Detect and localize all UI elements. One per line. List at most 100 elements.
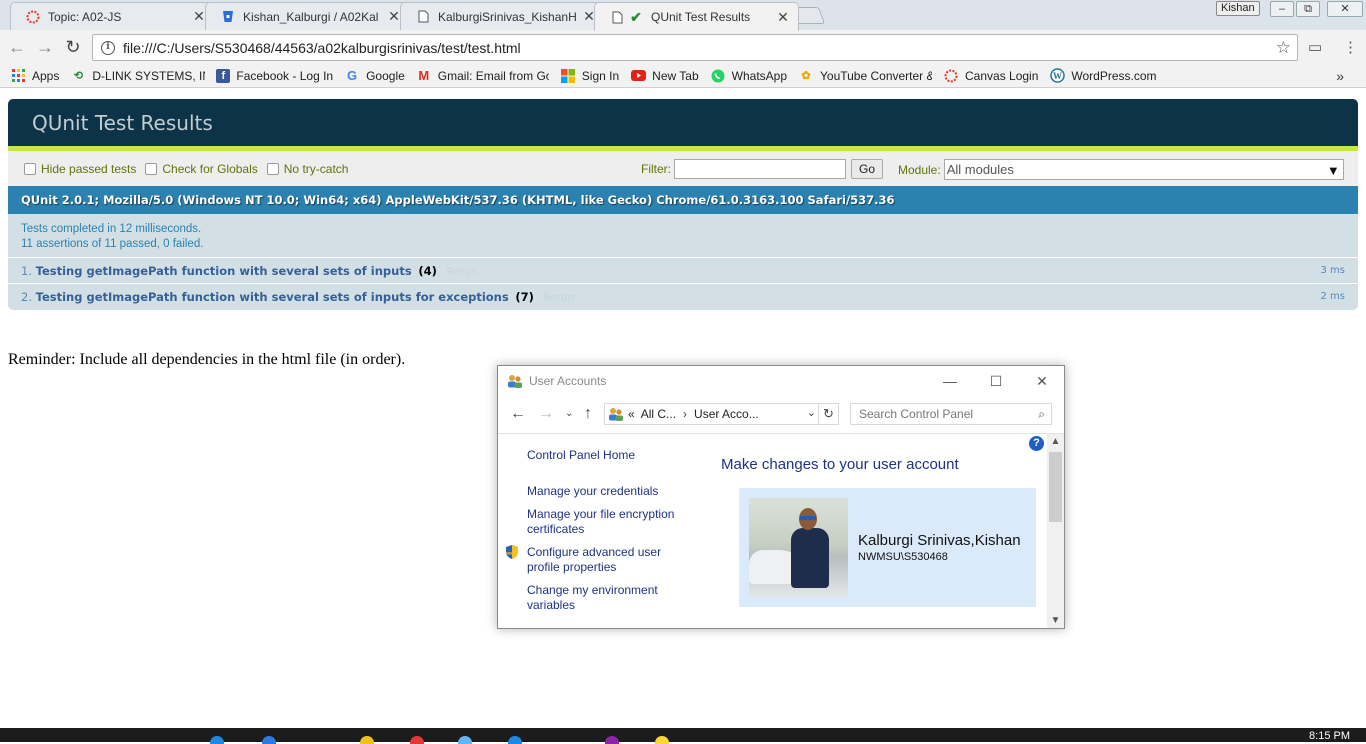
taskbar-app-icon[interactable] — [210, 736, 224, 744]
minimize-icon[interactable]: — — [927, 366, 973, 396]
bookmark-label: Canvas Login — [965, 68, 1039, 83]
bookmark-star-icon[interactable]: ☆ — [1276, 38, 1291, 58]
back-icon[interactable]: ← — [6, 36, 28, 58]
refresh-icon[interactable]: ↻ — [818, 404, 838, 424]
module-select[interactable]: All modules ▼ — [943, 159, 1344, 180]
test-name[interactable]: Testing getImagePath function with sever… — [36, 264, 412, 278]
test-name[interactable]: Testing getImagePath function with sever… — [36, 290, 509, 304]
forward-icon[interactable]: → — [34, 36, 56, 58]
window-titlebar[interactable]: User Accounts — ☐ ✕ — [498, 366, 1064, 396]
hide-passed-option[interactable]: Hide passed tests — [24, 162, 136, 176]
scroll-up-icon[interactable]: ▲ — [1047, 436, 1064, 447]
restore-window-button[interactable]: ⧉ — [1296, 1, 1320, 17]
vertical-scrollbar[interactable]: ▲ ▼ — [1047, 434, 1064, 628]
scrollbar-thumb[interactable] — [1049, 452, 1062, 522]
test-row[interactable]: 1. Testing getImagePath function with se… — [8, 258, 1358, 284]
check-globals-checkbox[interactable] — [145, 162, 158, 175]
rerun-link[interactable]: Rerun — [447, 266, 478, 278]
test-duration: 3 ms — [1320, 265, 1346, 276]
advanced-profile-link[interactable]: Configure advanced user profile properti… — [527, 545, 697, 575]
dropdown-arrow-icon: ▼ — [1326, 163, 1340, 178]
tab-topic-a02-js[interactable]: Topic: A02-JS ✕ — [10, 2, 215, 30]
bookmark-canvas[interactable]: Canvas Login — [943, 68, 1038, 84]
gmail-icon: M — [418, 68, 430, 83]
bookmark-newtab[interactable]: New Tab — [630, 68, 699, 84]
taskbar-app-icon[interactable] — [655, 736, 669, 744]
test-row[interactable]: 2. Testing getImagePath function with se… — [8, 284, 1358, 310]
search-control-panel-input[interactable]: Search Control Panel ⌕ — [850, 403, 1052, 425]
search-icon[interactable]: ⌕ — [1038, 404, 1045, 424]
bookmark-signin[interactable]: Sign In — [560, 68, 619, 84]
bookmark-label: Sign In — [581, 68, 620, 83]
tab-kalburgi-file[interactable]: KalburgiSrinivas_KishanH ✕ — [400, 2, 605, 30]
close-tab-icon[interactable]: ✕ — [192, 8, 206, 25]
tab-qunit-results[interactable]: ✔ QUnit Test Results ✕ — [594, 2, 799, 31]
close-tab-icon[interactable]: ✕ — [387, 8, 401, 25]
bookmark-label: WhatsApp — [731, 68, 787, 83]
taskbar-app-icon[interactable] — [605, 736, 619, 744]
chevron-right-icon[interactable]: » — [1336, 68, 1344, 84]
taskbar-clock[interactable]: 8:15 PM — [1309, 730, 1350, 742]
taskbar-app-icon[interactable] — [458, 736, 472, 744]
go-button[interactable]: Go — [851, 159, 884, 179]
bookmark-apps[interactable]: Apps — [10, 68, 59, 84]
forward-arrow-icon[interactable]: → — [538, 405, 554, 423]
bookmark-google[interactable]: G Google — [344, 68, 405, 84]
scroll-down-icon[interactable]: ▼ — [1047, 615, 1064, 626]
reload-icon[interactable]: ↻ — [62, 36, 84, 58]
taskbar-app-icon[interactable] — [262, 736, 276, 744]
close-icon[interactable]: ✕ — [1019, 366, 1065, 396]
file-encryption-link[interactable]: Manage your file encryption certificates — [527, 507, 697, 537]
user-avatar[interactable] — [749, 498, 848, 597]
explorer-address-bar[interactable]: « All C... › User Acco... ⌄ ↻ — [604, 403, 839, 425]
bookmark-label: Apps — [32, 68, 60, 83]
manage-credentials-link[interactable]: Manage your credentials — [527, 484, 697, 499]
check-globals-option[interactable]: Check for Globals — [145, 161, 258, 176]
breadcrumb-all-control-panel[interactable]: All C... — [641, 407, 676, 421]
recent-locations-icon[interactable]: ⌄ — [565, 408, 573, 419]
breadcrumb-overflow[interactable]: « — [628, 407, 635, 421]
tab-bitbucket[interactable]: Kishan_Kalburgi / A02Kal ✕ — [205, 2, 410, 30]
profile-button[interactable]: Kishan — [1216, 1, 1260, 16]
address-bar[interactable]: i file:///C:/Users/S530468/44563/a02kalb… — [92, 34, 1298, 61]
environment-variables-link[interactable]: Change my environment variables — [527, 583, 697, 613]
breadcrumb-user-accounts[interactable]: User Acco... — [694, 407, 759, 421]
google-icon: G — [347, 68, 358, 83]
bookmark-youtube-converter[interactable]: ✿ YouTube Converter & — [798, 68, 932, 84]
menu-icon[interactable]: ⋮ — [1343, 38, 1358, 56]
filter-input[interactable] — [674, 159, 846, 179]
cast-icon[interactable]: ▭ — [1308, 38, 1322, 56]
taskbar-app-icon[interactable] — [508, 736, 522, 744]
info-icon[interactable]: i — [101, 40, 115, 55]
search-placeholder: Search Control Panel — [859, 407, 974, 421]
control-panel-home-link[interactable]: Control Panel Home — [527, 448, 697, 463]
back-arrow-icon[interactable]: ← — [510, 405, 526, 423]
taskbar-app-icon[interactable] — [410, 736, 424, 744]
close-tab-icon[interactable]: ✕ — [776, 9, 790, 26]
module-label: Module: — [898, 162, 941, 177]
bookmark-label: Google — [366, 68, 405, 83]
canvas-icon — [943, 68, 959, 84]
hide-passed-checkbox[interactable] — [24, 162, 36, 175]
minimize-window-button[interactable]: – — [1270, 1, 1294, 17]
close-window-button[interactable]: ✕ — [1327, 1, 1363, 17]
chevron-down-icon[interactable]: ⌄ — [807, 406, 816, 419]
dlink-icon: ⟲ — [73, 70, 83, 82]
maximize-icon[interactable]: ☐ — [973, 366, 1019, 396]
bookmark-dlink[interactable]: ⟲ D-LINK SYSTEMS, INC — [70, 68, 206, 84]
user-agent-banner: QUnit 2.0.1; Mozilla/5.0 (Windows NT 10.… — [8, 186, 1358, 214]
rerun-link[interactable]: Rerun — [544, 292, 575, 304]
bookmark-whatsapp[interactable]: WhatsApp — [710, 68, 787, 84]
check-globals-label: Check for Globals — [162, 161, 258, 176]
bookmark-gmail[interactable]: M Gmail: Email from Go — [416, 68, 548, 84]
bookmark-wordpress[interactable]: W WordPress.com — [1049, 68, 1157, 84]
page-icon — [415, 9, 431, 25]
page-icon — [609, 9, 625, 25]
help-icon[interactable]: ? — [1029, 436, 1044, 451]
no-try-catch-checkbox[interactable] — [266, 162, 279, 175]
no-try-catch-option[interactable]: No try-catch — [266, 162, 348, 176]
bookmark-facebook[interactable]: f Facebook - Log In — [216, 68, 333, 83]
taskbar-app-icon[interactable] — [360, 736, 374, 744]
url-text[interactable]: file:///C:/Users/S530468/44563/a02kalbur… — [123, 40, 1276, 56]
up-arrow-icon[interactable]: ↑ — [584, 405, 592, 423]
